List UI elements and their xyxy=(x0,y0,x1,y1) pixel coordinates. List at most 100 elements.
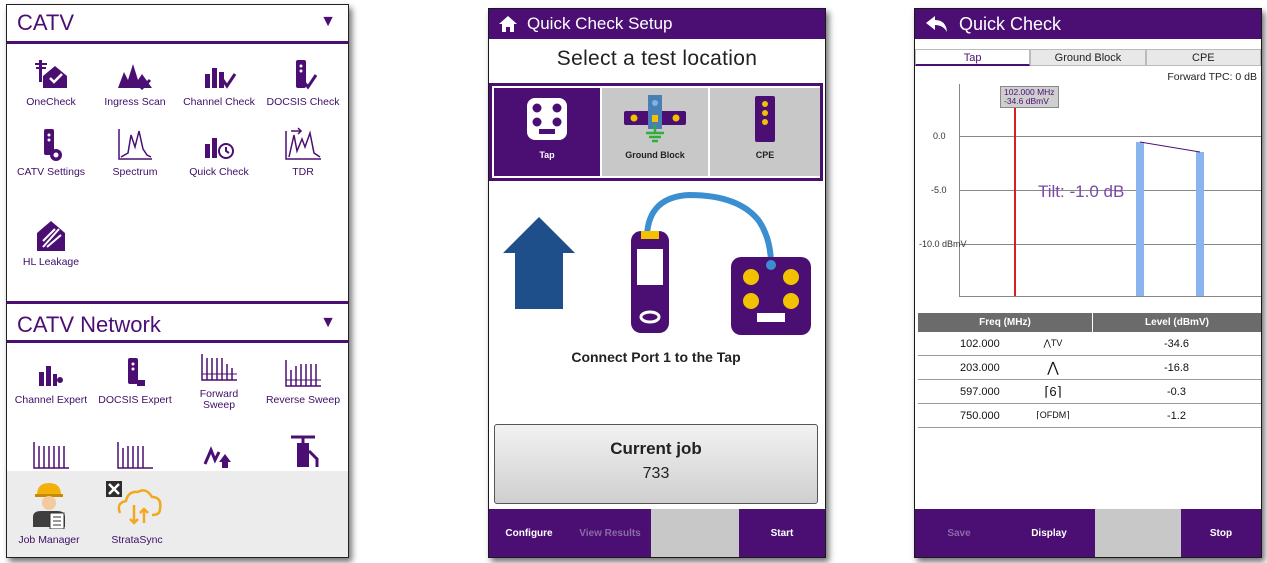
app-reverse-sweep[interactable]: Reverse Sweep xyxy=(261,351,345,406)
catv-settings-icon xyxy=(9,123,93,167)
tab-cpe[interactable]: CPE xyxy=(1145,49,1261,66)
quick-check-results-screen: Quick Check Tap Ground Block CPE Forward… xyxy=(914,8,1262,558)
cpe-modem-icon xyxy=(710,88,820,150)
app-catv-settings[interactable]: CATV Settings xyxy=(9,123,93,178)
single-carrier-icon: ⋀ xyxy=(1047,359,1059,375)
y-tick-minus-5: -5.0 xyxy=(931,185,947,195)
tdr-icon xyxy=(261,123,345,167)
forward-tpc-readout: Forward TPC: 0 dB xyxy=(1167,71,1257,83)
quick-check-icon xyxy=(177,123,261,167)
location-label: Tap xyxy=(539,150,555,160)
current-job-label: Current job xyxy=(610,439,702,458)
app-channel-check[interactable]: Channel Check xyxy=(177,53,261,108)
app-label: TDR xyxy=(292,166,314,178)
app-label: Ingress Scan xyxy=(104,96,166,108)
page-title: Quick Check Setup xyxy=(527,14,673,33)
job-manager-icon xyxy=(7,475,91,535)
location-cpe-button[interactable]: CPE xyxy=(710,88,820,176)
tab-ground-block[interactable]: Ground Block xyxy=(1030,49,1146,66)
catv-section-header[interactable]: CATV ▼ xyxy=(7,5,348,44)
back-arrow-icon[interactable] xyxy=(925,15,949,38)
home-icon[interactable] xyxy=(498,15,518,38)
app-job-manager[interactable]: Job Manager xyxy=(7,475,91,546)
launcher-dock: Job Manager StrataSync xyxy=(7,471,348,557)
start-button[interactable]: Start xyxy=(739,509,825,557)
spectrum-chart: 102.000 MHz -34.6 dBmV Tilt: -1.0 dB xyxy=(959,84,1261,297)
view-results-button[interactable]: View Results xyxy=(569,509,651,557)
qam-256-icon: ⌈6⌉ xyxy=(1044,383,1062,399)
tap-icon xyxy=(494,88,600,150)
app-forward-sweep[interactable]: Forward Sweep xyxy=(177,345,261,411)
location-label: Ground Block xyxy=(625,150,685,160)
app-channel-expert[interactable]: Channel Expert xyxy=(9,351,93,406)
spectrum-icon xyxy=(93,123,177,167)
app-stratasync[interactable]: StrataSync xyxy=(95,475,179,546)
save-button[interactable]: Save xyxy=(915,509,1003,557)
app-onecheck[interactable]: OneCheck xyxy=(9,53,93,108)
house-icon xyxy=(503,217,575,309)
app-ingress-scan[interactable]: Ingress Scan xyxy=(93,53,177,108)
quick-check-titlebar: Quick Check xyxy=(915,9,1261,39)
app-hl-leakage[interactable]: HL Leakage xyxy=(9,213,93,268)
page-title: Quick Check xyxy=(959,14,1062,34)
tab-tap[interactable]: Tap xyxy=(915,49,1031,66)
page-subtitle: Select a test location xyxy=(556,47,758,70)
app-label: DOCSIS Expert xyxy=(98,394,172,406)
app-label: DOCSIS Check xyxy=(266,96,340,108)
tower-icon xyxy=(261,429,345,473)
app-label: Reverse Sweep xyxy=(265,394,341,406)
caret-down-icon[interactable]: ▼ xyxy=(320,13,336,31)
caret-down-icon[interactable]: ▼ xyxy=(320,314,336,332)
display-button[interactable]: Display xyxy=(1003,509,1095,557)
ingress-scan-icon xyxy=(93,53,177,97)
configure-button[interactable]: Configure xyxy=(489,509,569,557)
level-cell: -0.3 xyxy=(1167,385,1186,398)
catv-network-section-header[interactable]: CATV Network ▼ xyxy=(7,301,348,343)
onecheck-icon xyxy=(9,53,93,97)
location-label: CPE xyxy=(755,150,775,160)
table-row[interactable]: 750.000 ⌈OFDM⌉ -1.2 xyxy=(918,404,1261,428)
tilt-readout: Tilt: -1.0 dB xyxy=(1038,182,1125,201)
app-label: Channel Check xyxy=(183,96,255,108)
table-row[interactable]: 102.000 ⋀TV -34.6 xyxy=(918,332,1261,356)
app-label: CATV Settings xyxy=(16,166,86,178)
app-docsis-expert[interactable]: DOCSIS Expert xyxy=(93,351,177,406)
app-quick-check[interactable]: Quick Check xyxy=(177,123,261,178)
forward-sweep-icon xyxy=(177,345,261,389)
empty-button-slot xyxy=(651,509,739,557)
app-label: OneCheck xyxy=(26,96,76,108)
location-ground-block-button[interactable]: Ground Block xyxy=(602,88,708,176)
table-row[interactable]: 597.000 ⌈6⌉ -0.3 xyxy=(918,380,1261,404)
app-label: StrataSync xyxy=(111,534,163,546)
analog-tv-icon: ⋀TV xyxy=(1043,338,1063,348)
y-tick-minus-10: -10.0 dBmV xyxy=(919,239,967,249)
stop-button[interactable]: Stop xyxy=(1181,509,1261,557)
hl-leakage-icon xyxy=(9,213,93,257)
reverse-sweep-icon xyxy=(261,351,345,395)
app-label: Forward Sweep xyxy=(199,388,239,411)
level-cell: -1.2 xyxy=(1167,409,1186,422)
app-tdr[interactable]: TDR xyxy=(261,123,345,178)
docsis-check-icon xyxy=(261,53,345,97)
app-label: HL Leakage xyxy=(22,256,80,268)
app-docsis-check[interactable]: DOCSIS Check xyxy=(261,53,345,108)
level-cell: -16.8 xyxy=(1163,361,1190,374)
channel-check-icon xyxy=(177,53,261,97)
catv-network-section-title: CATV Network xyxy=(17,312,161,337)
location-tap-button[interactable]: Tap xyxy=(494,88,600,176)
stratasync-icon xyxy=(95,475,179,535)
freq-column-header: Freq (MHz) xyxy=(918,313,1093,332)
freq-cell: 203.000 xyxy=(960,361,1000,374)
app-tower-partial[interactable] xyxy=(261,429,345,473)
docsis-expert-icon xyxy=(93,351,177,395)
app-label: Channel Expert xyxy=(14,394,88,406)
test-location-selector: Tap Ground Block CPE xyxy=(489,83,823,181)
bottom-action-bar: Configure View Results Start xyxy=(489,509,825,557)
level-column-header: Level (dBmV) xyxy=(1145,317,1209,328)
quick-check-setup-titlebar: Quick Check Setup xyxy=(489,9,825,39)
app-spectrum[interactable]: Spectrum xyxy=(93,123,177,178)
current-job-button[interactable]: Current job 733 xyxy=(494,424,818,504)
table-header: Freq (MHz) Level (dBmV) xyxy=(918,313,1261,332)
table-row[interactable]: 203.000 ⋀ -16.8 xyxy=(918,356,1261,380)
location-tabs: Tap Ground Block CPE xyxy=(915,49,1261,66)
